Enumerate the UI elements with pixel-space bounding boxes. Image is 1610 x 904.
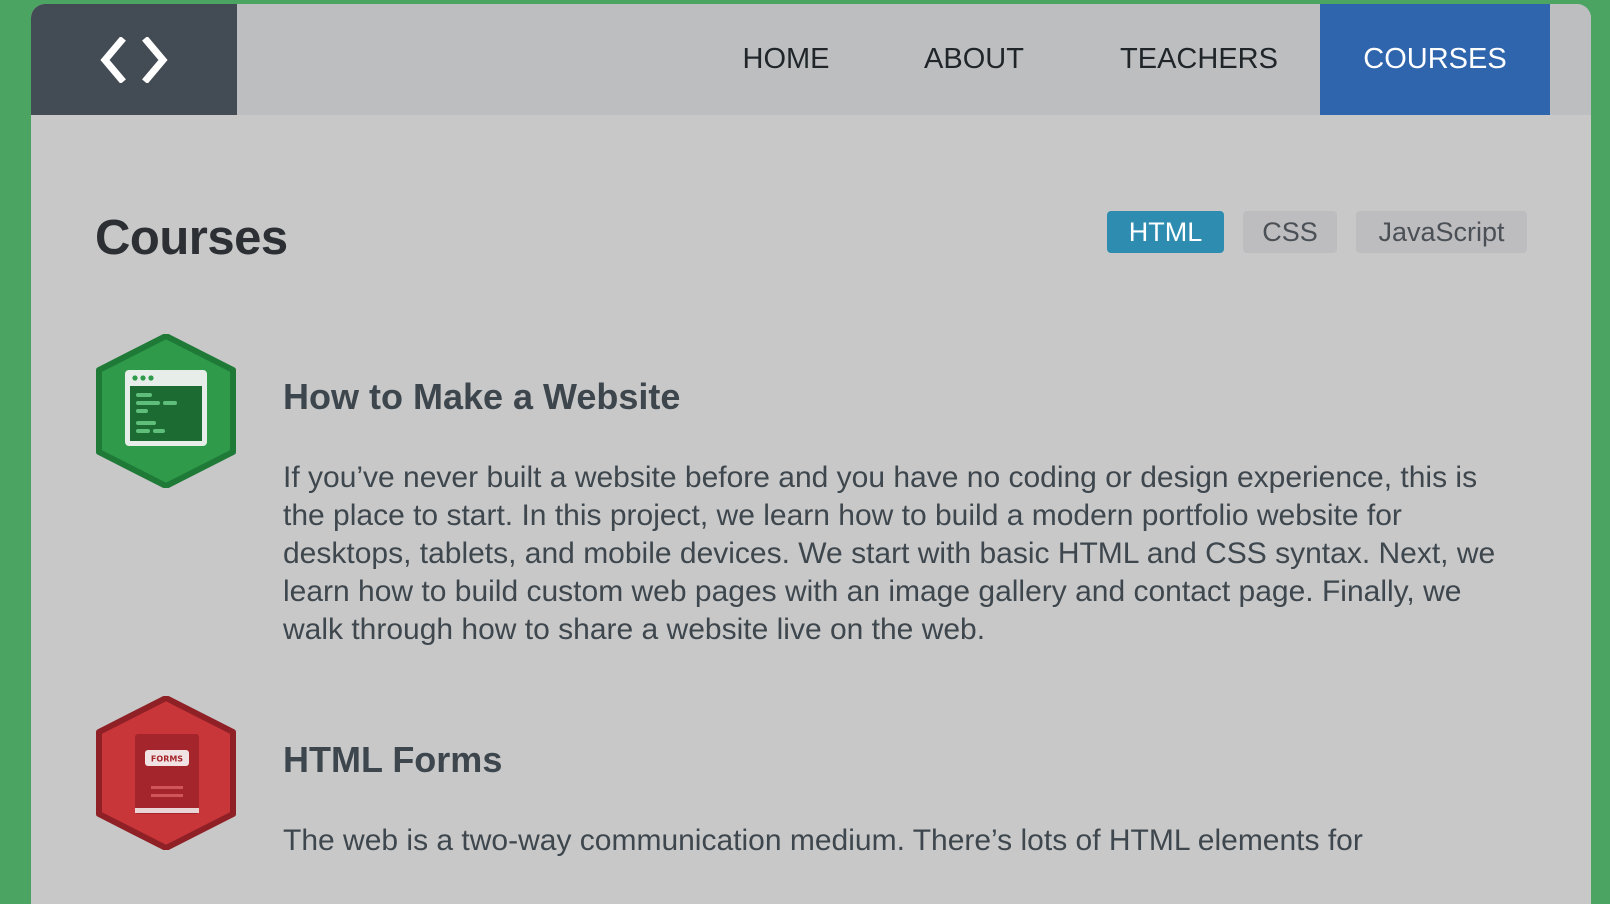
nav-teachers-label: TEACHERS	[1120, 43, 1278, 75]
forms-book-icon: FORMS	[96, 695, 236, 851]
nav-teachers[interactable]: TEACHERS	[1099, 4, 1299, 115]
nav-about-label: ABOUT	[924, 43, 1024, 75]
filter-css-button[interactable]: CSS	[1243, 211, 1337, 253]
code-brackets-icon	[100, 36, 168, 83]
course-description: If you’ve never built a website before a…	[283, 461, 1496, 646]
nav-courses[interactable]: COURSES	[1320, 4, 1550, 115]
filter-javascript-label: JavaScript	[1378, 216, 1505, 247]
filter-html-button[interactable]: HTML	[1107, 211, 1224, 253]
course-title[interactable]: How to Make a Website	[283, 376, 680, 418]
site-card: HOME ABOUT TEACHERS COURSES Courses HTML…	[31, 4, 1591, 904]
nav-courses-label: COURSES	[1363, 43, 1507, 75]
filter-html-label: HTML	[1128, 216, 1203, 247]
nav-home-label: HOME	[742, 43, 830, 75]
course-icon-forms[interactable]: FORMS	[95, 695, 237, 851]
browser-window-icon	[96, 333, 236, 489]
site-header: HOME ABOUT TEACHERS COURSES	[31, 4, 1591, 115]
course-description: The web is a two-way communication mediu…	[283, 824, 1363, 857]
course-icon-website[interactable]	[95, 333, 237, 489]
nav-about[interactable]: ABOUT	[899, 4, 1049, 115]
filter-javascript-button[interactable]: JavaScript	[1356, 211, 1527, 253]
forms-icon-text: FORMS	[151, 755, 183, 764]
nav-home[interactable]: HOME	[711, 4, 861, 115]
filter-css-label: CSS	[1262, 216, 1318, 247]
page-title: Courses	[95, 211, 288, 265]
course-title[interactable]: HTML Forms	[283, 739, 502, 781]
logo[interactable]	[31, 4, 237, 115]
